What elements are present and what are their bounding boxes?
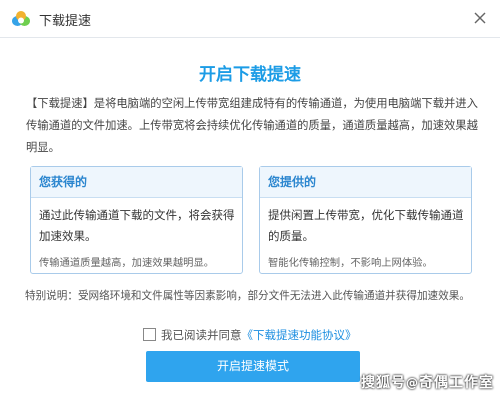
- page-headline: 开启下载提速: [199, 65, 301, 85]
- benefit-card-note: 传输通道质量越高，加速效果越明显。: [39, 257, 215, 269]
- benefit-card: 您获得的 通过此传输通道下载的文件，将会获得加速效果。 传输通道质量越高，加速效…: [30, 166, 243, 274]
- agreement-text: 我已阅读并同意: [161, 328, 242, 342]
- contribution-card-title: 您提供的: [260, 167, 471, 198]
- special-note: 特别说明：受网络环境和文件属性等因素影响，部分文件无法进入此传输通道并获得加速效…: [25, 290, 470, 302]
- watermark: 搜狐号@奇偶工作室: [361, 372, 494, 392]
- agreement-link[interactable]: 《下载提速功能协议》: [242, 328, 357, 342]
- contribution-card-body: 提供闲置上传带宽，优化下载传输通道的质量。: [268, 208, 464, 243]
- benefit-card-title: 您获得的: [31, 167, 242, 198]
- window-title: 下载提速: [39, 14, 92, 29]
- watermark-name: 奇偶工作室: [419, 375, 494, 391]
- title-bar: 下载提速: [0, 0, 500, 38]
- close-button[interactable]: [468, 6, 492, 30]
- contribution-card-note: 智能化传输控制，不影响上网体验。: [268, 257, 433, 269]
- watermark-at: @: [406, 376, 419, 390]
- contribution-card: 您提供的 提供闲置上传带宽，优化下载传输通道的质量。 智能化传输控制，不影响上网…: [259, 166, 472, 274]
- close-icon: [474, 12, 486, 24]
- cloud-logo-icon: [12, 11, 30, 26]
- agreement-checkbox[interactable]: [143, 328, 156, 341]
- feature-description: 【下载提速】是将电脑端的空闲上传带宽组建成特有的传输通道，为使用电脑端下载并进入…: [26, 97, 478, 154]
- agreement-row: 我已阅读并同意《下载提速功能协议》: [143, 327, 357, 343]
- benefit-card-body: 通过此传输通道下载的文件，将会获得加速效果。: [39, 208, 235, 243]
- watermark-prefix: 搜狐号: [361, 375, 406, 391]
- enable-speedup-button[interactable]: 开启提速模式: [146, 351, 360, 382]
